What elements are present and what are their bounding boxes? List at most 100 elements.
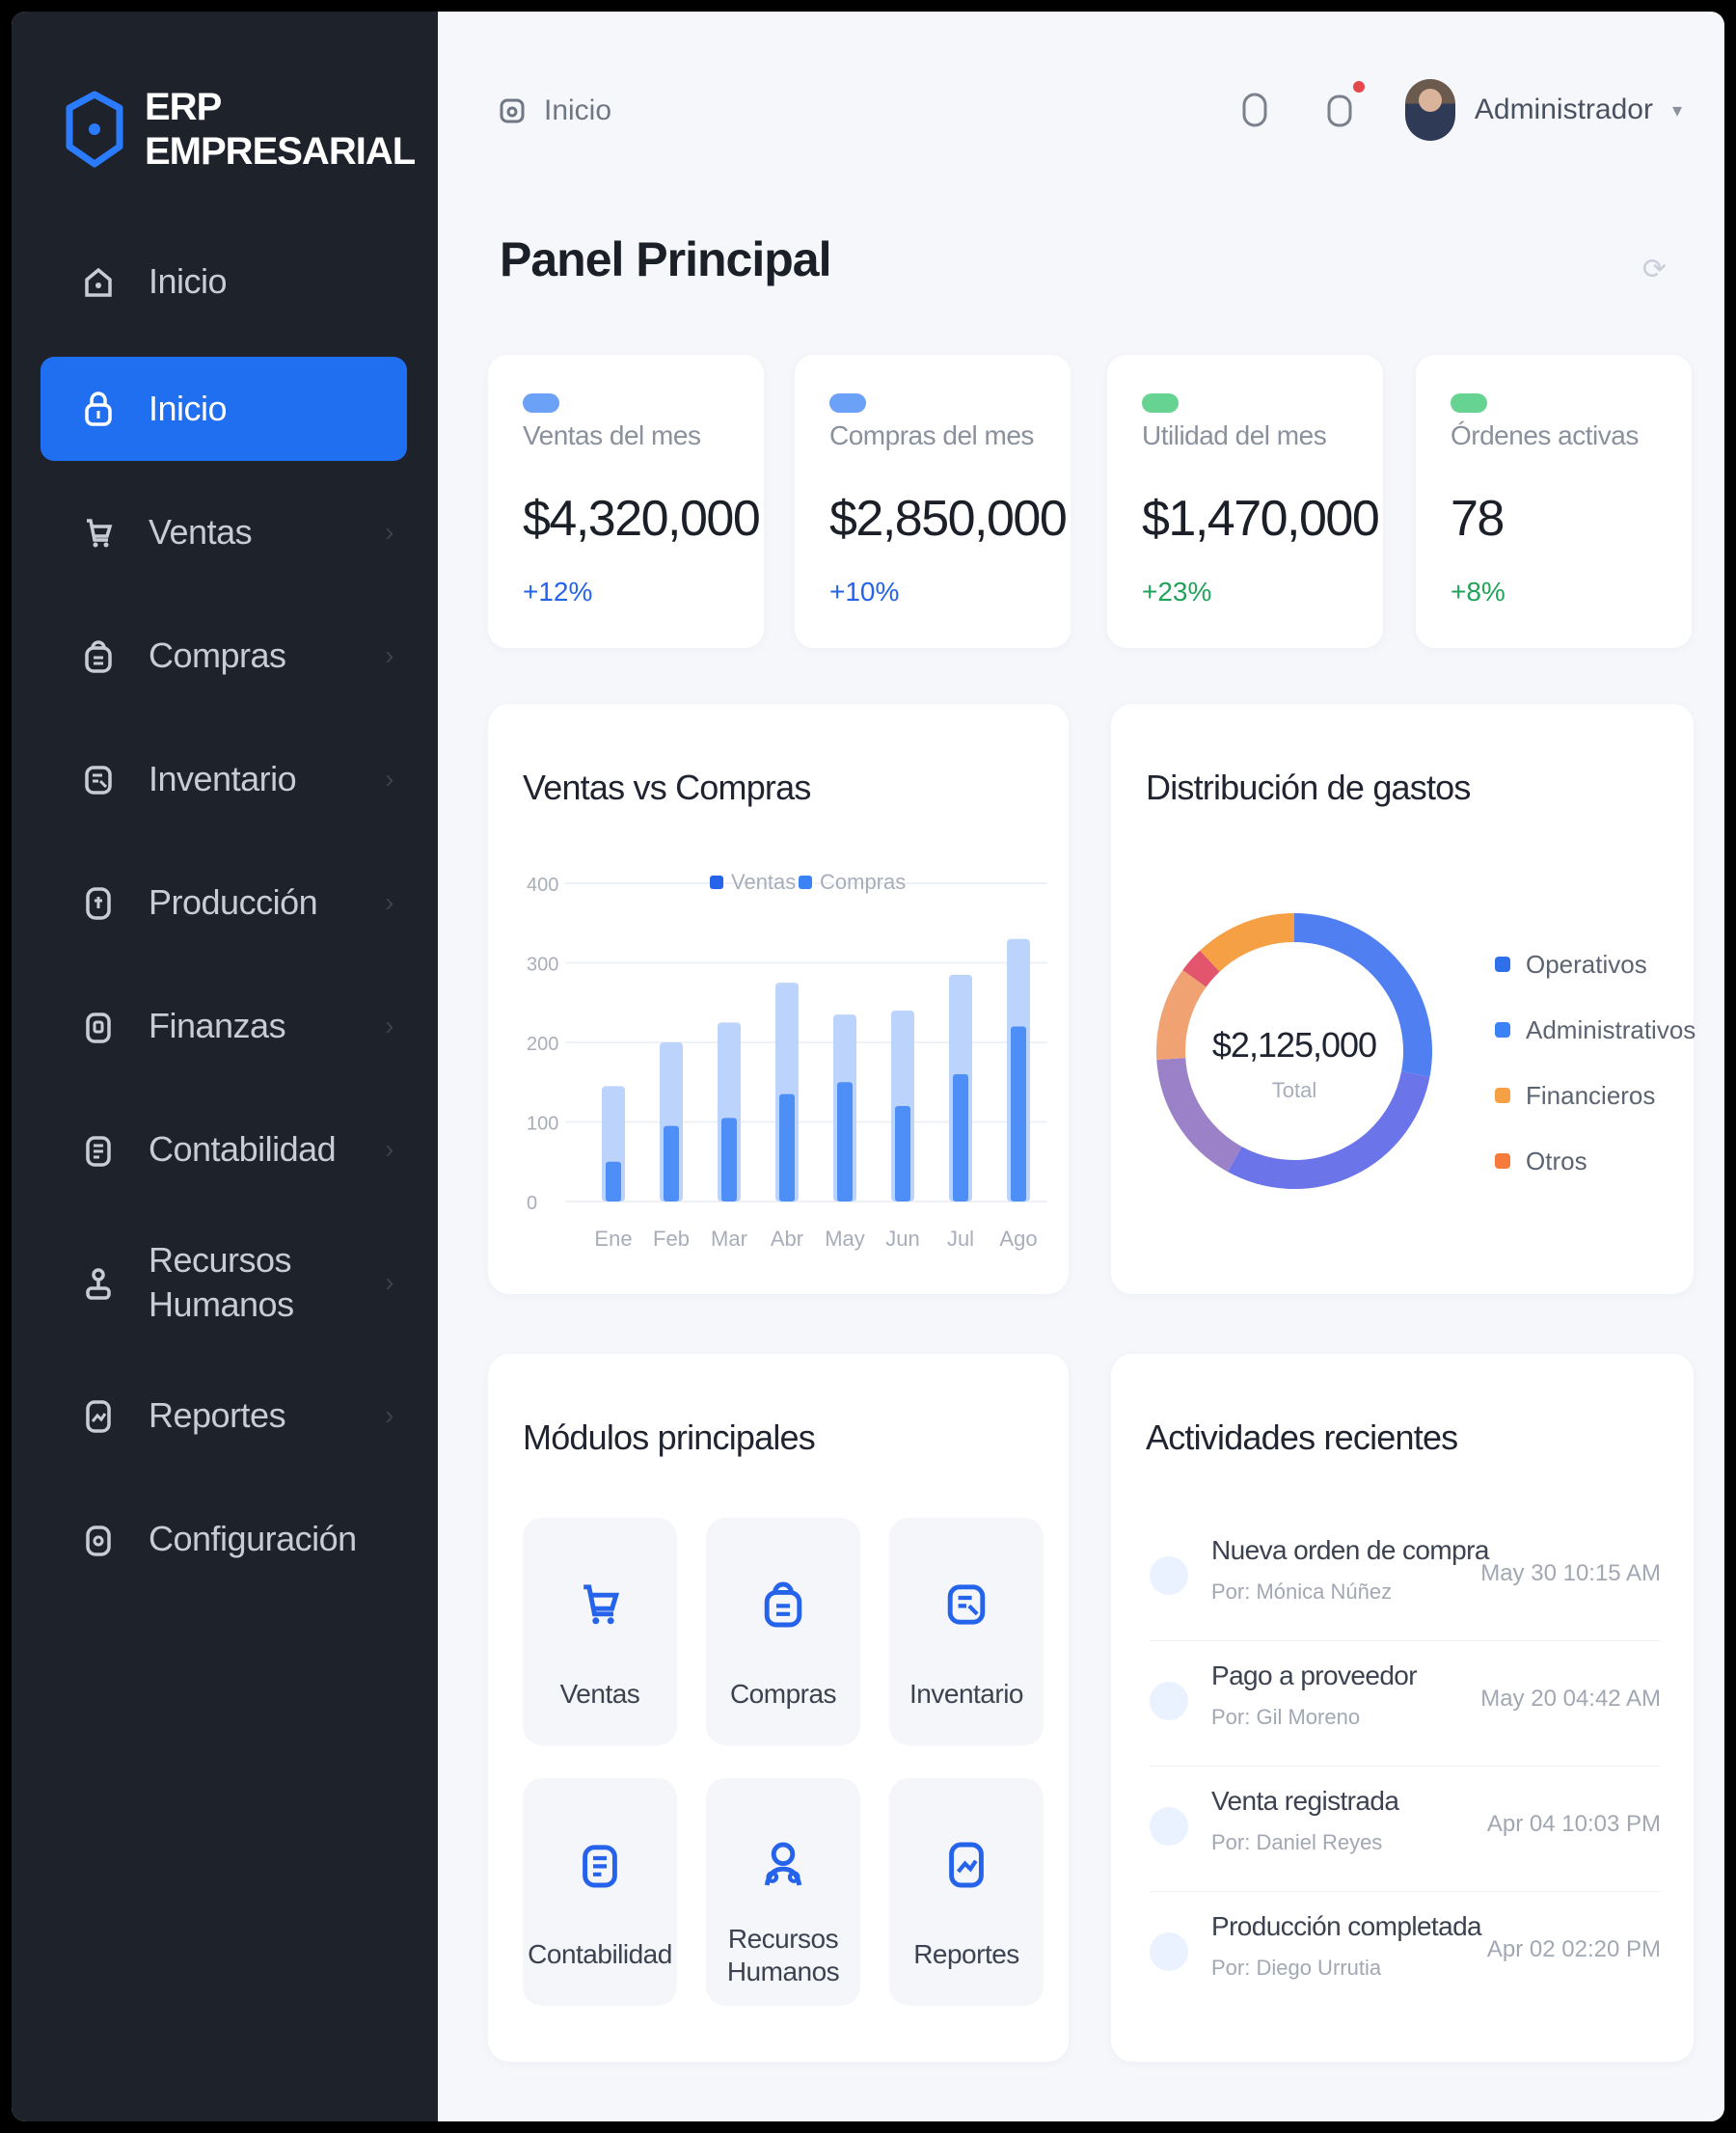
- donut-segment[interactable]: [1156, 969, 1207, 1060]
- sidebar-item-reportes[interactable]: Reportes ›: [41, 1364, 407, 1468]
- box-icon: [939, 1574, 993, 1635]
- breadcrumb[interactable]: Inicio: [498, 94, 611, 127]
- module-label: Ventas: [559, 1679, 640, 1709]
- y-tick-label: 0: [527, 1193, 537, 1214]
- bar-compras[interactable]: [895, 1106, 910, 1202]
- sidebar-item-contabilidad[interactable]: Contabilidad ›: [41, 1097, 407, 1202]
- home-icon: [500, 98, 525, 123]
- kpi-icon: [1142, 393, 1179, 413]
- x-tick-label: Jul: [947, 1227, 974, 1251]
- module-label: Inventario: [909, 1679, 1023, 1709]
- kpi-value: $4,320,000: [523, 491, 761, 547]
- donut-segment[interactable]: [1200, 913, 1295, 972]
- refresh-icon[interactable]: ⟳: [1642, 253, 1667, 286]
- bar-compras[interactable]: [721, 1118, 737, 1202]
- legend-swatch-ventas: [710, 876, 723, 889]
- bar-compras[interactable]: [664, 1125, 679, 1202]
- sidebar-item-label: Compras: [149, 635, 286, 675]
- module-tile-inventario[interactable]: Inventario: [889, 1518, 1044, 1745]
- avatar: [1404, 79, 1455, 141]
- sidebar-item-label: Ventas: [149, 512, 253, 552]
- sidebar-item-inicio[interactable]: Inicio: [41, 230, 407, 334]
- sidebar-item-recursos-humanos[interactable]: Recursos Humanos ›: [41, 1221, 407, 1344]
- y-tick-label: 100: [527, 1114, 558, 1135]
- sidebar-item-inventario[interactable]: Inventario ›: [41, 727, 407, 831]
- bag-icon: [756, 1574, 810, 1635]
- chart-legend: Ventas Compras: [710, 870, 906, 894]
- module-tile-ventas[interactable]: Ventas: [523, 1518, 677, 1745]
- chevron-right-icon: ›: [385, 640, 393, 670]
- team-icon: [764, 1842, 802, 1886]
- donut-segment[interactable]: [1228, 1070, 1430, 1189]
- bar-compras[interactable]: [953, 1074, 968, 1202]
- activity-time: Apr 04 10:03 PM: [1486, 1811, 1661, 1837]
- chevron-right-icon: ›: [385, 517, 393, 547]
- module-label: Reportes: [913, 1939, 1019, 1969]
- bar-compras[interactable]: [779, 1094, 795, 1202]
- x-tick-label: Feb: [653, 1227, 690, 1251]
- modules-panel: Módulos principales Ventas Compras Inventa…: [488, 1354, 1069, 2062]
- module-tile-contabilidad[interactable]: Contabilidad: [523, 1778, 677, 2006]
- x-tick-label: Mar: [711, 1227, 747, 1251]
- donut-total-label: Total: [1272, 1078, 1316, 1102]
- shield-logo-icon: [66, 91, 123, 168]
- user-menu[interactable]: Administrador ▾: [1404, 79, 1682, 141]
- legend-swatch: [1495, 1022, 1510, 1038]
- kpi-card[interactable]: Compras del mes $2,850,000 +10%: [795, 355, 1071, 648]
- activity-item[interactable]: Pago a proveedor Por: Gil Moreno May 20 04…: [1150, 1660, 1661, 1767]
- sidebar-item-producción[interactable]: Producción ›: [41, 850, 407, 955]
- activities-panel: Actividades recientes Nueva orden de com…: [1111, 1354, 1694, 2062]
- donut-segment[interactable]: [1156, 1057, 1242, 1173]
- sidebar-item-inicio[interactable]: Inicio: [41, 357, 407, 461]
- module-tile-reportes[interactable]: Reportes: [889, 1778, 1044, 2006]
- notifications-button[interactable]: [1320, 81, 1365, 135]
- brand-line-1: ERP: [145, 86, 222, 128]
- sidebar: ERP EMPRESARIAL Inicio Inicio Ventas › Compr…: [12, 12, 438, 2121]
- legend-label: Operativos: [1526, 949, 1647, 979]
- activity-item[interactable]: Venta registrada Por: Daniel Reyes Apr 04 …: [1150, 1786, 1661, 1892]
- legend-swatch-compras: [799, 876, 812, 889]
- sidebar-item-label: Finanzas: [149, 1006, 286, 1045]
- legend-label: Administrativos: [1526, 1014, 1696, 1044]
- brand[interactable]: ERP EMPRESARIAL: [66, 85, 416, 174]
- bag-icon: [85, 640, 112, 673]
- cart-icon: [573, 1574, 627, 1635]
- sidebar-item-ventas[interactable]: Ventas ›: [41, 480, 407, 584]
- help-button[interactable]: [1235, 85, 1274, 135]
- chevron-right-icon: ›: [385, 764, 393, 794]
- activity-item[interactable]: Producción completada Por: Diego Urrutia A…: [1150, 1911, 1661, 2017]
- kpi-icon: [523, 393, 559, 413]
- help-icon: [1242, 93, 1267, 127]
- sidebar-item-label: Configuración: [149, 1519, 357, 1558]
- module-label: Contabilidad: [528, 1939, 672, 1969]
- bar-compras[interactable]: [1011, 1026, 1026, 1202]
- sidebar-item-finanzas[interactable]: Finanzas ›: [41, 974, 407, 1078]
- activity-subtitle: Por: Diego Urrutia: [1211, 1956, 1382, 1980]
- kpi-card[interactable]: Utilidad del mes $1,470,000 +23%: [1107, 355, 1383, 648]
- module-tile-compras[interactable]: Compras: [706, 1518, 860, 1745]
- kpi-card[interactable]: Órdenes activas 78 +8%: [1416, 355, 1692, 648]
- y-tick-label: 200: [527, 1034, 558, 1055]
- kpi-card[interactable]: Ventas del mes $4,320,000 +12%: [488, 355, 764, 648]
- bar-compras[interactable]: [837, 1082, 853, 1202]
- activity-icon: [1150, 1682, 1188, 1720]
- sidebar-item-label: Inicio: [149, 389, 228, 428]
- sidebar-item-configuración[interactable]: Configuración: [41, 1487, 407, 1591]
- kpi-trend: +12%: [523, 577, 593, 607]
- donut-segment[interactable]: [1182, 950, 1220, 987]
- modules-title: Módulos principales: [523, 1418, 816, 1457]
- sidebar-item-compras[interactable]: Compras ›: [41, 604, 407, 708]
- settings-icon: [79, 1520, 118, 1558]
- lock-icon: [79, 390, 118, 428]
- settings-icon: [86, 1526, 111, 1556]
- sidebar-item-label: Recursos Humanos: [149, 1240, 294, 1324]
- cart-icon: [583, 1584, 620, 1625]
- legend-item: Administrativos: [1495, 997, 1695, 1063]
- bar-compras[interactable]: [606, 1161, 621, 1202]
- module-tile-recursos-humanos[interactable]: Recursos Humanos: [706, 1778, 860, 2006]
- bag-icon: [764, 1581, 802, 1628]
- activity-subtitle: Por: Mónica Núñez: [1211, 1580, 1393, 1604]
- sidebar-item-label: Inventario: [149, 759, 297, 798]
- page-title: Panel Principal: [500, 232, 831, 286]
- activity-item[interactable]: Nueva orden de compra Por: Mónica Núñez Ma…: [1150, 1535, 1661, 1641]
